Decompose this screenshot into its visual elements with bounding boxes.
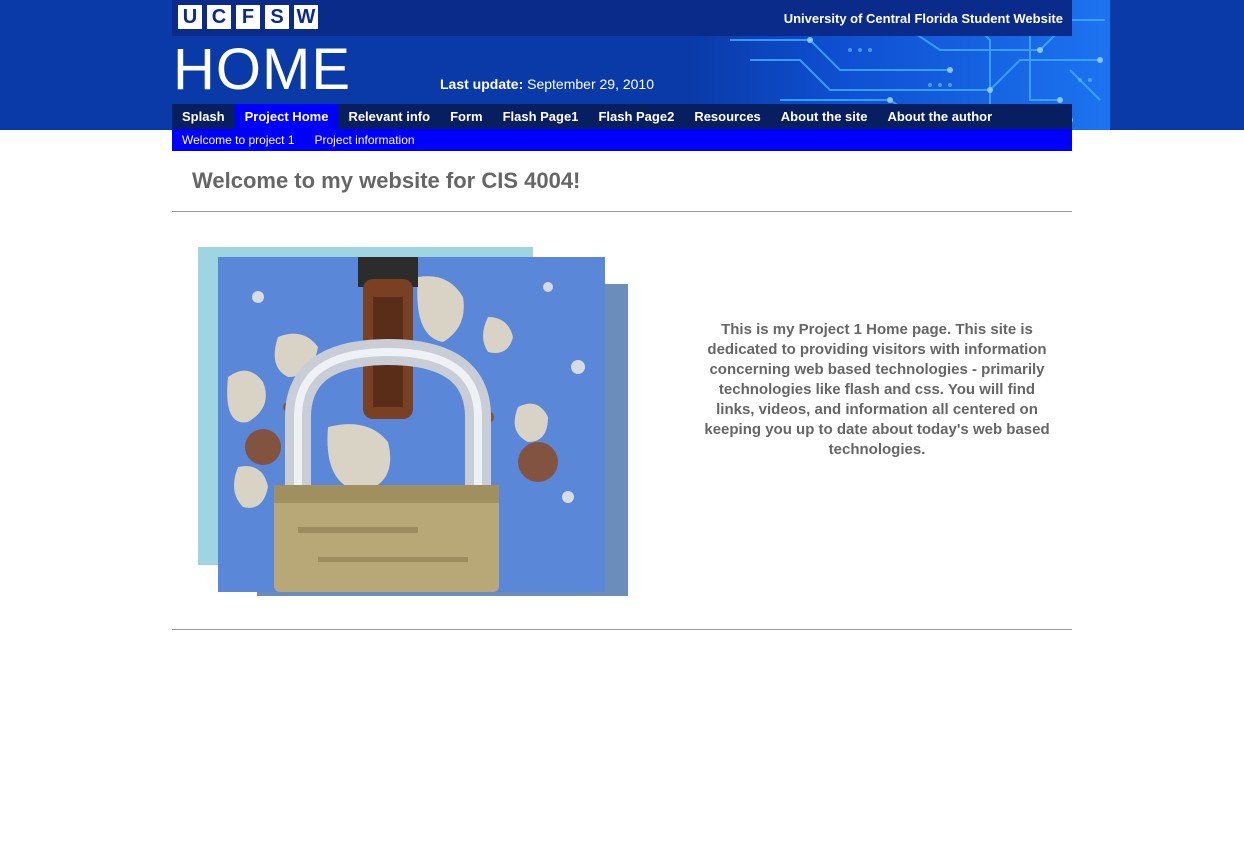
nav-item-about-site[interactable]: About the site [771,104,878,129]
page-heading: HOME [173,37,351,102]
divider-top [172,211,1072,212]
intro-paragraph: This is my Project 1 Home page. This sit… [704,321,1050,458]
nav-item-flash-page2[interactable]: Flash Page2 [588,104,684,129]
nav-item-project-home[interactable]: Project Home [234,104,339,129]
nav-item-resources[interactable]: Resources [684,104,770,129]
sub-nav: Welcome to project 1 Project information [172,129,1072,151]
site-name: University of Central Florida Student We… [783,11,1063,26]
logo-letter: W [294,5,318,29]
logo-letter: F [236,5,260,29]
nav-item-splash[interactable]: Splash [172,104,235,129]
nav-item-relevant-info[interactable]: Relevant info [338,104,440,129]
subnav-item-project-info[interactable]: Project information [305,129,425,151]
subnav-item-welcome[interactable]: Welcome to project 1 [172,129,305,151]
last-update-label: Last update: [440,76,524,92]
logo-letter: S [265,5,289,29]
main-nav: Splash Project Home Relevant info Form F… [172,104,1072,129]
ucfsw-logo[interactable]: U C F S W [178,5,318,29]
logo-letter: U [178,5,202,29]
nav-item-about-author[interactable]: About the author [877,104,1002,129]
logo-letter: C [207,5,231,29]
divider-bottom [172,629,1072,630]
padlock-photo [218,257,605,592]
nav-item-flash-page1[interactable]: Flash Page1 [493,104,589,129]
welcome-heading: Welcome to my website for CIS 4004! [192,168,581,193]
last-update: Last update: September 29, 2010 [440,76,654,92]
nav-item-form[interactable]: Form [440,104,493,129]
last-update-value: September 29, 2010 [527,76,654,92]
